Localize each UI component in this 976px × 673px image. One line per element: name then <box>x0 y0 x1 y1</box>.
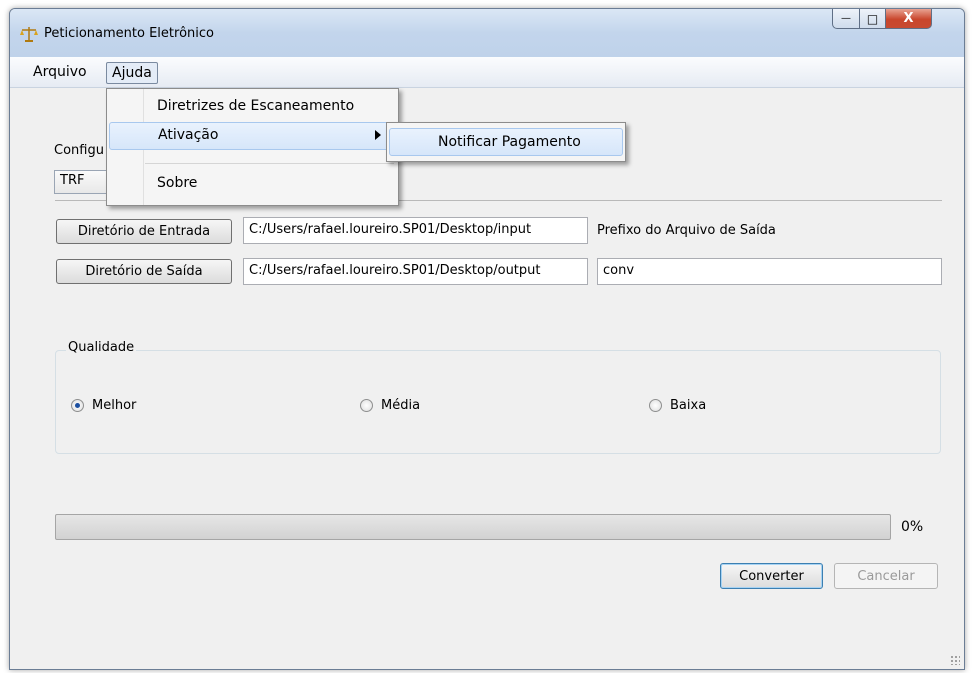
convert-button-label: Converter <box>739 568 804 584</box>
close-button[interactable]: X <box>885 9 932 29</box>
minimize-icon: — <box>841 13 851 24</box>
maximize-icon: □ <box>866 11 879 26</box>
title-bar[interactable]: Peticionamento Eletrônico — □ X <box>10 9 964 57</box>
cancel-button-label: Cancelar <box>857 568 915 584</box>
menu-item-label: Ativação <box>158 127 219 143</box>
resize-grip-icon[interactable] <box>950 655 960 665</box>
output-path-value: C:/Users/rafael.loureiro.SP01/Desktop/ou… <box>249 263 541 278</box>
minimize-button[interactable]: — <box>832 9 860 29</box>
input-directory-button[interactable]: Diretório de Entrada <box>56 219 232 244</box>
main-window: Peticionamento Eletrônico — □ X Arquivo … <box>9 8 965 670</box>
output-directory-button[interactable]: Diretório de Saída <box>56 259 232 284</box>
input-directory-button-label: Diretório de Entrada <box>77 224 211 239</box>
cancel-button[interactable]: Cancelar <box>834 563 938 589</box>
window-title: Peticionamento Eletrônico <box>44 26 214 41</box>
quality-option-label: Melhor <box>92 398 137 413</box>
progress-bar <box>55 514 891 540</box>
menu-item-notificar-pagamento[interactable]: Notificar Pagamento <box>389 128 623 156</box>
menu-separator <box>145 163 394 164</box>
quality-option-baixa[interactable]: Baixa <box>649 398 706 413</box>
menu-ajuda[interactable]: Ajuda <box>106 62 158 84</box>
radio-unchecked-icon <box>360 399 373 412</box>
menu-arquivo[interactable]: Arquivo <box>28 62 92 82</box>
menu-item-label: Sobre <box>157 175 198 191</box>
config-select-value: TRF <box>60 173 85 188</box>
input-path-value: C:/Users/rafael.loureiro.SP01/Desktop/in… <box>249 222 532 237</box>
input-path-field[interactable]: C:/Users/rafael.loureiro.SP01/Desktop/in… <box>243 217 588 244</box>
maximize-button[interactable]: □ <box>859 9 886 29</box>
prefix-label: Prefixo do Arquivo de Saída <box>597 223 776 238</box>
convert-button[interactable]: Converter <box>720 563 823 589</box>
menu-item-sobre[interactable]: Sobre <box>109 170 396 198</box>
config-label: Configu <box>54 143 104 158</box>
menu-item-label: Diretrizes de Escaneamento <box>157 98 355 114</box>
close-icon: X <box>903 11 914 26</box>
output-path-field[interactable]: C:/Users/rafael.loureiro.SP01/Desktop/ou… <box>243 258 588 285</box>
prefix-value: conv <box>603 263 635 278</box>
activation-submenu: Notificar Pagamento <box>386 122 626 162</box>
quality-option-label: Baixa <box>670 398 707 413</box>
progress-text: 0% <box>901 519 924 535</box>
prefix-field[interactable]: conv <box>597 258 942 285</box>
quality-group <box>55 350 941 454</box>
quality-title: Qualidade <box>66 340 137 355</box>
menu-item-diretrizes[interactable]: Diretrizes de Escaneamento <box>109 93 396 121</box>
menu-item-ativacao[interactable]: Ativação <box>109 122 396 150</box>
menu-item-label: Notificar Pagamento <box>438 134 581 150</box>
submenu-arrow-icon <box>375 130 381 140</box>
output-directory-button-label: Diretório de Saída <box>85 264 203 279</box>
menu-bar: Arquivo Ajuda <box>10 57 964 88</box>
radio-checked-icon <box>71 399 84 412</box>
quality-option-media[interactable]: Média <box>360 398 420 413</box>
scales-icon <box>20 27 38 42</box>
help-menu-dropdown: Diretrizes de Escaneamento Ativação Sobr… <box>106 88 399 206</box>
radio-unchecked-icon <box>649 399 662 412</box>
quality-option-melhor[interactable]: Melhor <box>71 398 136 413</box>
quality-option-label: Média <box>381 398 421 413</box>
